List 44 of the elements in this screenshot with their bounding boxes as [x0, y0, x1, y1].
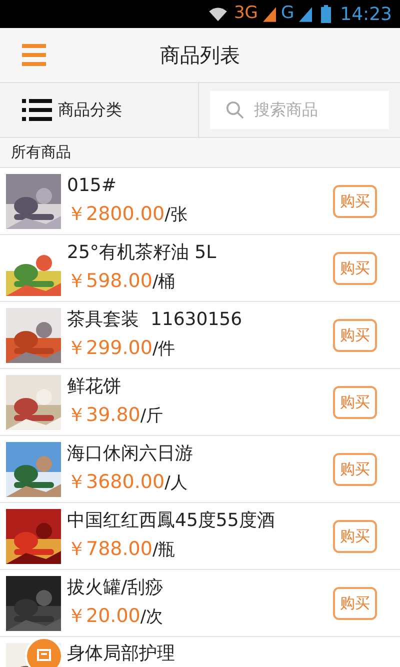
product-name: 茶具套装 11630156 [67, 308, 244, 332]
product-price: ￥2800.00 [67, 202, 165, 228]
signal-icon [299, 6, 312, 22]
product-unit: /瓶 [152, 539, 176, 562]
buy-button[interactable]: 购买 [333, 252, 377, 284]
network-label: G [280, 2, 294, 26]
list-icon [22, 98, 52, 122]
buy-button[interactable]: 购买 [333, 520, 377, 552]
product-name: 海口休闲六日游 [67, 442, 194, 466]
product-unit: /次 [140, 606, 164, 630]
product-unit: /张 [164, 204, 188, 228]
buy-button[interactable]: 购买 [333, 184, 377, 218]
product-name: 鲜花饼 [67, 375, 122, 400]
product-price: ￥20.00 [67, 604, 140, 630]
product-name: 身体局部护理 [67, 643, 176, 665]
product-price: ￥39.80 [67, 403, 140, 428]
search-input[interactable]: 搜索商品 [254, 98, 374, 122]
buy-button[interactable]: 购买 [333, 586, 377, 620]
product-price: ￥3680.00 [67, 470, 165, 496]
buy-button[interactable]: 购买 [333, 386, 377, 418]
section-title: 所有商品 [11, 142, 71, 164]
product-price: ￥788.00 [67, 537, 152, 562]
clock: 14:23 [340, 2, 392, 26]
network-label: 3G [234, 2, 258, 26]
product-price: ￥598.00 [67, 269, 152, 294]
battery-icon [321, 5, 332, 23]
search-icon [226, 101, 244, 119]
buy-button[interactable]: 购买 [333, 318, 377, 352]
product-name: 25°有机茶籽油 5L [67, 241, 218, 266]
signal-icon [262, 6, 276, 22]
wifi-icon [206, 6, 229, 22]
buy-button[interactable]: 购买 [333, 452, 377, 486]
product-name: 015# [67, 174, 118, 198]
product-price: ￥299.00 [67, 336, 152, 362]
category-button[interactable]: 商品分类 [0, 83, 199, 137]
search-field[interactable]: 搜索商品 [210, 91, 389, 129]
product-unit: /件 [152, 338, 176, 362]
product-unit: /斤 [140, 405, 164, 428]
page-title: 商品列表 [160, 42, 240, 69]
menu-icon[interactable] [22, 44, 46, 66]
product-unit: /桶 [152, 271, 176, 294]
product-name: 中国红红西鳳45度55度酒 [67, 509, 276, 534]
product-name: 拔火罐/刮痧 [67, 576, 164, 600]
product-unit: /人 [164, 472, 188, 496]
